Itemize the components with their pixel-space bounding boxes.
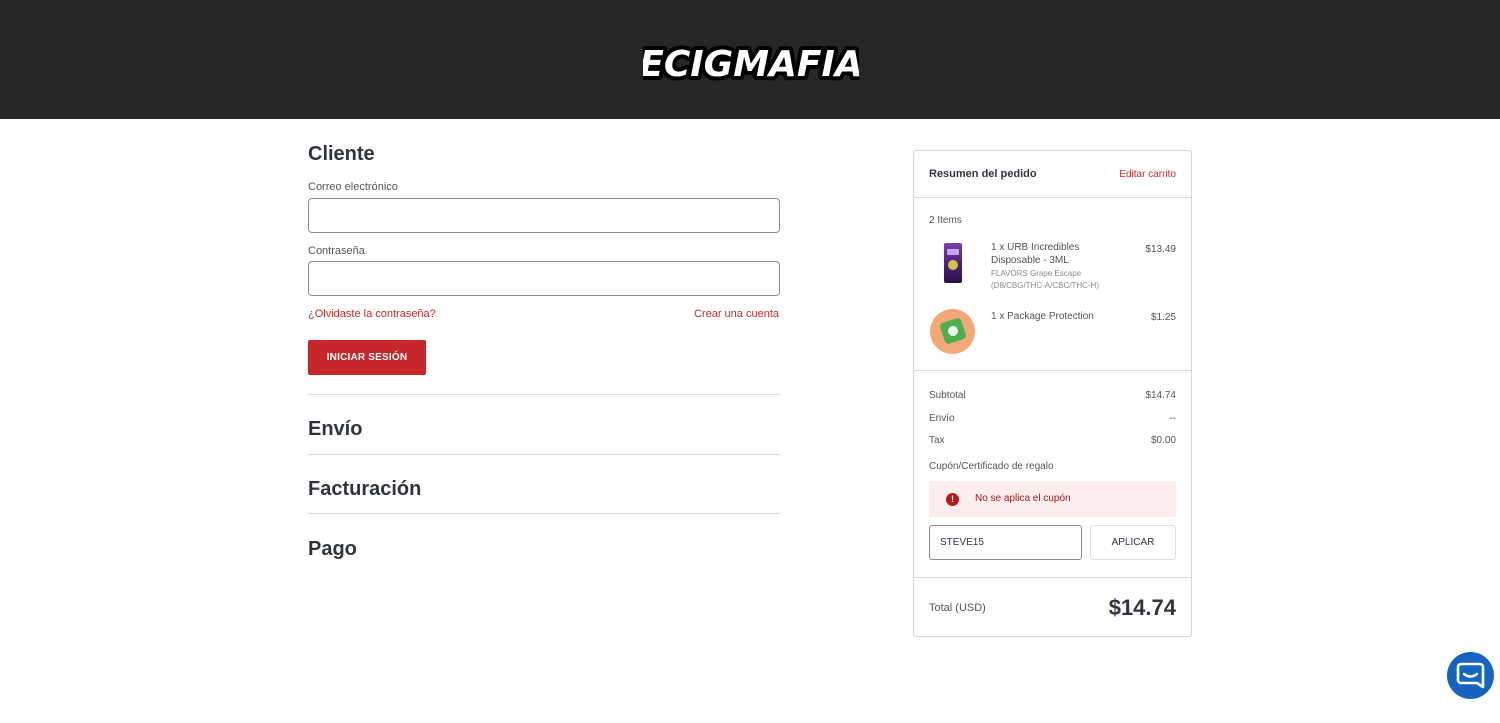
items-count: 2 Items — [929, 215, 962, 226]
chat-icon — [1456, 662, 1485, 689]
item-price: $1.25 — [1150, 312, 1176, 323]
coupon-input[interactable] — [929, 525, 1082, 560]
tax-label: Tax — [929, 435, 945, 446]
chat-button[interactable] — [1447, 652, 1494, 699]
edit-cart-link[interactable]: Editar carrito — [1119, 169, 1176, 180]
total-value: $14.74 — [1108, 595, 1176, 620]
section-divider — [308, 394, 780, 395]
site-header: ECIGMAFIA ECIGMAFIA — [0, 0, 1500, 119]
section-divider — [308, 513, 780, 514]
item-name: 1 x URB Incredibles Disposable - 3ML — [991, 242, 1080, 266]
package-protection-image — [930, 309, 975, 354]
email-label: Correo electrónico — [308, 181, 398, 193]
error-icon: ! — [946, 493, 959, 506]
email-field[interactable] — [308, 198, 780, 233]
svg-text:ECIGMAFIA: ECIGMAFIA — [643, 44, 859, 85]
shipping-value: -- — [1169, 413, 1176, 424]
shipping-heading[interactable]: Envío — [308, 417, 362, 441]
item-name: 1 x Package Protection — [991, 311, 1094, 322]
apply-coupon-button[interactable]: APLICAR — [1090, 525, 1176, 560]
coupon-error-text: No se aplica el cupón — [975, 493, 1071, 504]
summary-divider — [914, 577, 1191, 578]
forgot-password-link[interactable]: ¿Olvidaste la contraseña? — [308, 307, 436, 321]
billing-heading[interactable]: Facturación — [308, 477, 421, 501]
vape-product-image — [944, 243, 962, 283]
site-logo[interactable]: ECIGMAFIA ECIGMAFIA — [643, 38, 859, 86]
coupon-error-alert: ! No se aplica el cupón — [929, 481, 1176, 517]
subtotal-value: $14.74 — [1145, 390, 1176, 401]
coupon-label: Cupón/Certificado de regalo — [929, 461, 1054, 472]
password-label: Contraseña — [308, 245, 365, 257]
summary-title: Resumen del pedido — [929, 168, 1037, 180]
password-field[interactable] — [308, 261, 780, 296]
customer-heading: Cliente — [308, 143, 375, 165]
payment-heading[interactable]: Pago — [308, 537, 357, 561]
section-divider — [308, 454, 780, 455]
summary-divider — [914, 370, 1191, 371]
tax-value: $0.00 — [1150, 435, 1176, 446]
total-label: Total (USD) — [929, 602, 986, 614]
create-account-link[interactable]: Crear una cuenta — [694, 307, 779, 321]
shipping-label: Envío — [929, 413, 955, 424]
login-button[interactable]: INICIAR SESIÓN — [308, 340, 426, 375]
order-summary: Resumen del pedido Editar carrito 2 Item… — [913, 150, 1192, 637]
item-option: FLAVORS Grape Escape (D8/CBG/THC-A/CBC/T… — [991, 269, 1099, 290]
item-price: $13.49 — [1145, 244, 1176, 255]
summary-divider — [914, 197, 1191, 198]
subtotal-label: Subtotal — [929, 390, 966, 401]
